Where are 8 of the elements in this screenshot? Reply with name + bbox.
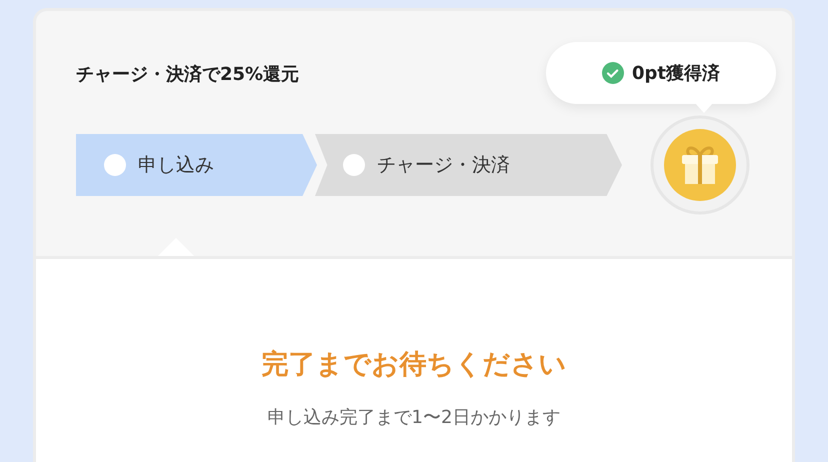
campaign-title: チャージ・決済で25%還元 [76,63,300,87]
gift-icon [650,115,750,215]
points-text: 0pt獲得済 [632,62,720,86]
check-icon [602,62,624,84]
status-heading: 完了までお待ちください [262,348,566,382]
status-message: 申し込み完了まで1〜2日かかります [268,406,560,430]
step-tab[interactable]: チャージ・決済 [315,134,622,196]
step-tab[interactable]: 申し込み [76,134,317,196]
